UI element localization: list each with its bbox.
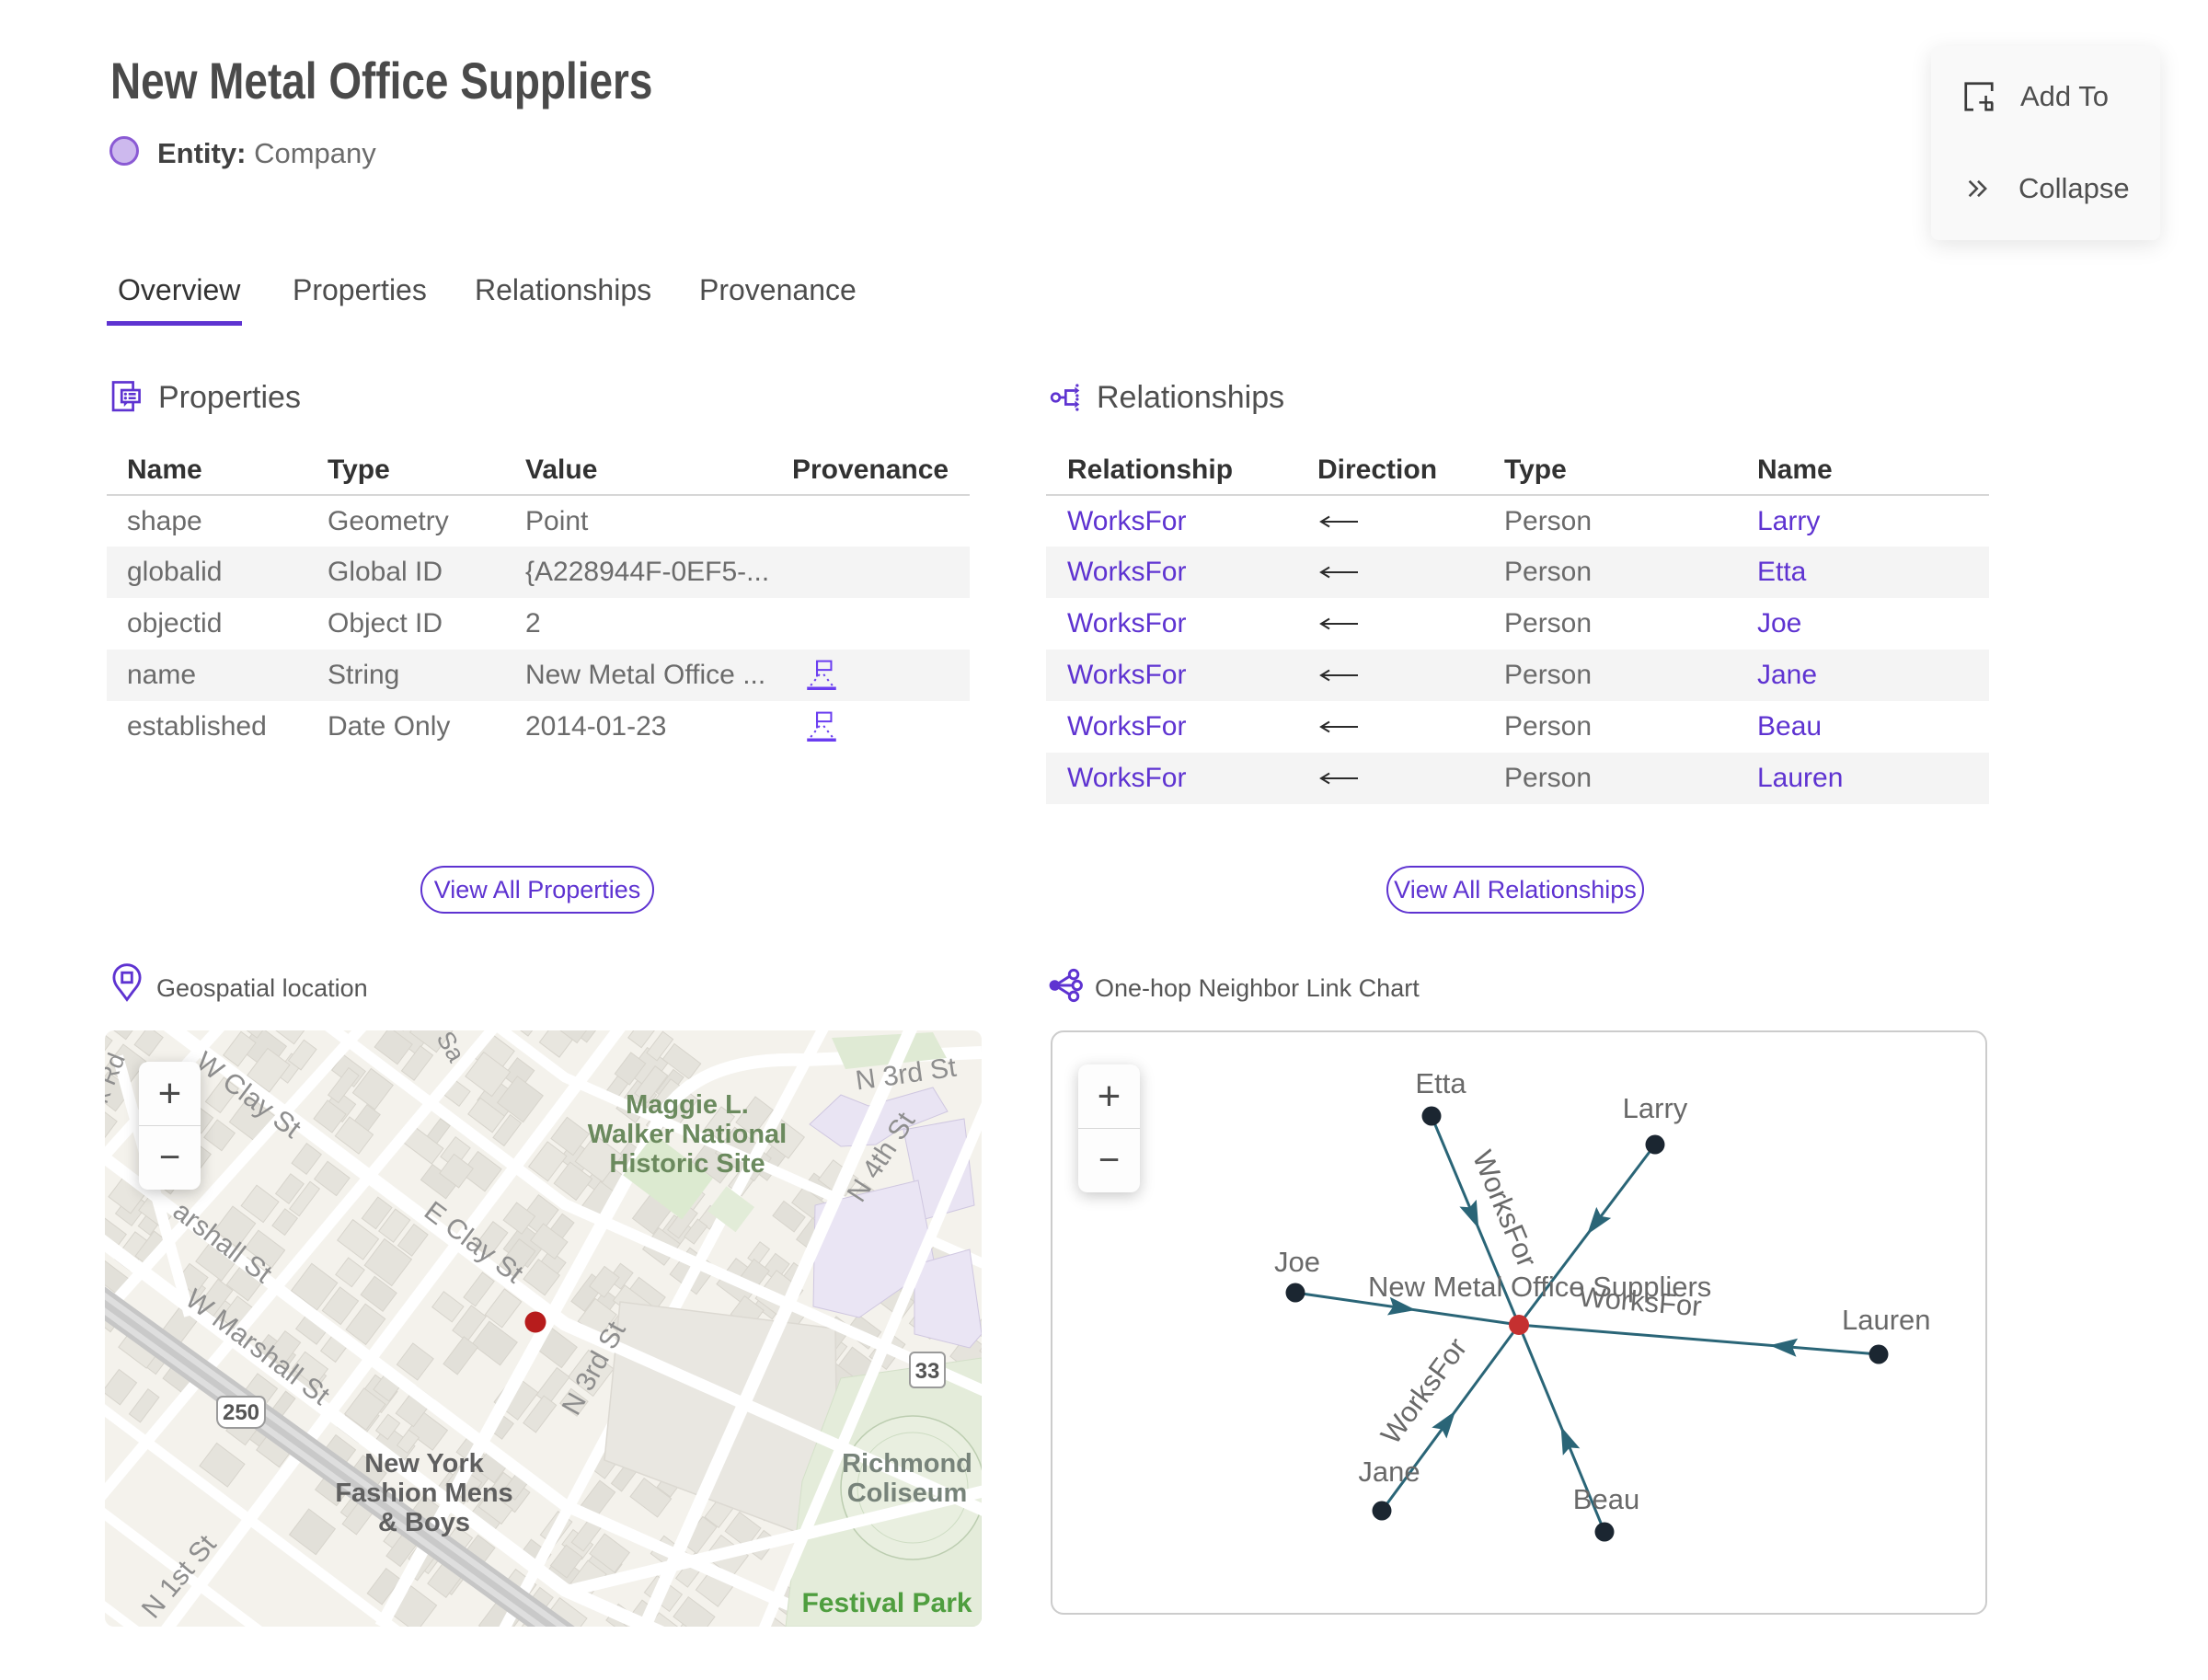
svg-text:Beau: Beau (1573, 1483, 1639, 1515)
svg-text:New York: New York (364, 1449, 484, 1479)
svg-text:Coliseum: Coliseum (847, 1479, 968, 1508)
svg-text:Jane: Jane (1358, 1456, 1420, 1488)
svg-text:Walker National: Walker National (588, 1120, 787, 1149)
svg-text:WorksFor: WorksFor (1374, 1332, 1474, 1450)
svg-text:Fashion Mens: Fashion Mens (335, 1479, 512, 1508)
svg-text:Richmond: Richmond (842, 1449, 972, 1479)
svg-text:& Boys: & Boys (378, 1508, 470, 1537)
svg-text:250: 250 (223, 1400, 259, 1425)
svg-text:Historic Site: Historic Site (609, 1149, 765, 1179)
svg-text:33: 33 (915, 1359, 940, 1384)
svg-text:Etta: Etta (1415, 1067, 1466, 1099)
svg-text:Maggie L.: Maggie L. (626, 1090, 749, 1120)
svg-text:Larry: Larry (1623, 1092, 1688, 1124)
svg-text:Festival Park: Festival Park (801, 1588, 972, 1618)
svg-text:WorksFor: WorksFor (1466, 1145, 1544, 1272)
svg-text:Joe: Joe (1274, 1246, 1320, 1278)
svg-text:Lauren: Lauren (1842, 1304, 1931, 1336)
